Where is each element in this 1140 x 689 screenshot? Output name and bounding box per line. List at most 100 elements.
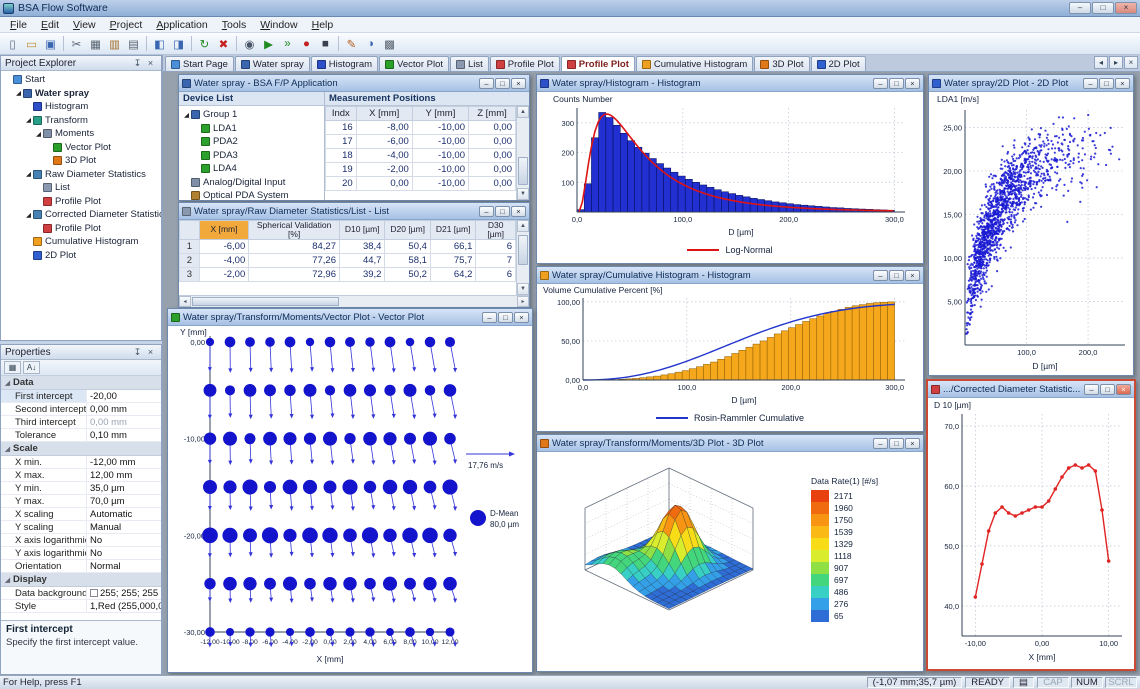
window-titlebar[interactable]: .../Corrected Diameter Statistic... –□× xyxy=(928,381,1134,398)
property-category-data[interactable]: ◢Data xyxy=(1,376,161,390)
property-y-max[interactable]: Y max.70,0 µm xyxy=(1,495,161,508)
tab-histogram[interactable]: Histogram xyxy=(311,56,378,71)
property-orientation[interactable]: OrientationNormal xyxy=(1,560,161,573)
window-histogram[interactable]: Water spray/Histogram - Histogram –□× 0,… xyxy=(536,74,924,264)
minimize-button[interactable]: – xyxy=(1083,78,1098,89)
menu-edit[interactable]: Edit xyxy=(34,18,66,32)
property-style[interactable]: Style1,Red (255,000,000); ... xyxy=(1,600,161,613)
window-titlebar[interactable]: Water spray/2D Plot - 2D Plot –□× xyxy=(929,75,1133,92)
tab-profile-plot[interactable]: Profile Plot xyxy=(490,56,560,71)
cut-icon[interactable]: ✂ xyxy=(67,35,86,53)
window-profile-plot[interactable]: .../Corrected Diameter Statistic... –□× … xyxy=(926,379,1136,671)
close-icon[interactable]: × xyxy=(144,58,157,68)
menu-application[interactable]: Application xyxy=(149,18,214,32)
table-row[interactable]: 19-2,00-10,000,00 xyxy=(326,163,516,177)
pen-icon[interactable]: ✎ xyxy=(342,35,361,53)
property-x-scaling[interactable]: X scalingAutomatic xyxy=(1,508,161,521)
scroll-down-icon[interactable]: ▼ xyxy=(517,283,529,295)
open-icon[interactable]: ▭ xyxy=(22,35,41,53)
column-header-indx[interactable]: Indx xyxy=(326,107,357,121)
maximize-button[interactable]: □ xyxy=(1099,78,1114,89)
tab-vector-plot[interactable]: Vector Plot xyxy=(379,56,449,71)
step-icon[interactable]: » xyxy=(278,35,297,53)
column-header-d30-m[interactable]: D30 [µm] xyxy=(476,221,516,240)
tab-cumulative-histogram[interactable]: Cumulative Histogram xyxy=(636,56,753,71)
project-item-raw-diameter-statistics[interactable]: ◢Raw Diameter Statistics xyxy=(1,168,161,182)
window-2d-plot[interactable]: Water spray/2D Plot - 2D Plot –□× 5,0010… xyxy=(928,74,1134,376)
maximize-button[interactable]: □ xyxy=(889,78,904,89)
menu-help[interactable]: Help xyxy=(305,18,341,32)
property-first-intercept[interactable]: First intercept-20,00 xyxy=(1,390,161,403)
device-item-pda3[interactable]: PDA3 xyxy=(179,149,324,163)
print-icon[interactable]: ▤ xyxy=(124,35,143,53)
scroll-thumb[interactable] xyxy=(518,235,528,266)
project-item-transform[interactable]: ◢Transform xyxy=(1,114,161,128)
column-header-y-mm[interactable]: Y [mm] xyxy=(412,107,468,121)
property-second-intercept[interactable]: Second intercept0,00 mm xyxy=(1,403,161,416)
close-icon[interactable]: × xyxy=(144,347,157,357)
column-header-d21-m[interactable]: D21 [µm] xyxy=(430,221,475,240)
close-button[interactable]: × xyxy=(1116,384,1131,395)
maximize-button[interactable]: □ xyxy=(889,438,904,449)
property-tolerance[interactable]: Tolerance0,10 mm xyxy=(1,429,161,442)
column-header-spherical-validation[interactable]: Spherical Validation [%] xyxy=(249,221,340,240)
tab-scroll-left-button[interactable]: ◂ xyxy=(1094,56,1108,69)
window-titlebar[interactable]: Water spray/Histogram - Histogram –□× xyxy=(537,75,923,92)
maximize-button[interactable]: □ xyxy=(1092,2,1114,14)
tab-scroll-right-button[interactable]: ▸ xyxy=(1109,56,1123,69)
play-icon[interactable]: ▶ xyxy=(259,35,278,53)
grid-icon[interactable]: ▩ xyxy=(380,35,399,53)
menu-project[interactable]: Project xyxy=(103,18,150,32)
device-item-optical-pda-system[interactable]: Optical PDA System xyxy=(179,189,324,200)
device-item-pda2[interactable]: PDA2 xyxy=(179,135,324,149)
window-list[interactable]: Water spray/Raw Diameter Statistics/List… xyxy=(178,202,530,308)
menu-view[interactable]: View xyxy=(66,18,103,32)
maximize-button[interactable]: □ xyxy=(1100,384,1115,395)
layout-vertical-icon[interactable]: ◨ xyxy=(169,35,188,53)
column-header-x-mm[interactable]: X [mm] xyxy=(199,221,248,240)
pin-icon[interactable]: ↧ xyxy=(131,347,144,358)
table-row[interactable]: 17-6,00-10,000,00 xyxy=(326,135,516,149)
record-icon[interactable]: ● xyxy=(297,35,316,53)
tab-2d-plot[interactable]: 2D Plot xyxy=(811,56,866,71)
refresh-icon[interactable]: ↻ xyxy=(195,35,214,53)
close-button[interactable]: × xyxy=(514,312,529,323)
close-button[interactable]: × xyxy=(511,78,526,89)
vertical-scrollbar[interactable]: ▲ ▼ xyxy=(516,106,529,200)
gauge-icon[interactable]: ◑ xyxy=(361,35,380,53)
property-y-min[interactable]: Y min.35,0 µm xyxy=(1,482,161,495)
column-header-x-mm[interactable]: X [mm] xyxy=(356,107,412,121)
minimize-button[interactable]: – xyxy=(873,438,888,449)
property-data-background-c[interactable]: Data background c...255; 255; 255 xyxy=(1,587,161,600)
device-item-analog-digital-input[interactable]: Analog/Digital Input xyxy=(179,176,324,190)
table-row[interactable]: 200,00-10,000,00 xyxy=(326,177,516,191)
project-item-profile-plot[interactable]: Profile Plot xyxy=(1,195,161,209)
property-y-axis-logarithmic[interactable]: Y axis logarithmicNo xyxy=(1,547,161,560)
property-category-display[interactable]: ◢Display xyxy=(1,573,161,587)
categorized-icon[interactable]: ▦ xyxy=(4,361,21,374)
project-item-list[interactable]: List xyxy=(1,181,161,195)
property-x-max[interactable]: X max.12,00 mm xyxy=(1,469,161,482)
menu-window[interactable]: Window xyxy=(253,18,304,32)
paste-icon[interactable]: ▥ xyxy=(105,35,124,53)
tab-start-page[interactable]: Start Page xyxy=(165,56,234,71)
maximize-button[interactable]: □ xyxy=(889,270,904,281)
project-item-profile-plot[interactable]: Profile Plot xyxy=(1,222,161,236)
project-item-water-spray[interactable]: ◢Water spray xyxy=(1,87,161,101)
table-row[interactable]: 3-2,0072,9639,250,264,26 xyxy=(180,267,516,281)
project-item-2d-plot[interactable]: 2D Plot xyxy=(1,249,161,263)
tab-close-button[interactable]: × xyxy=(1124,56,1138,69)
minimize-button[interactable]: – xyxy=(873,270,888,281)
table-row[interactable]: 1-6,0084,2738,450,466,16 xyxy=(180,239,516,253)
scroll-up-icon[interactable]: ▲ xyxy=(517,106,529,118)
property-x-min[interactable]: X min.-12,00 mm xyxy=(1,456,161,469)
table-row[interactable]: 2-4,0077,2644,758,175,77 xyxy=(180,253,516,267)
scroll-up-icon[interactable]: ▲ xyxy=(517,220,529,232)
project-item-cumulative-histogram[interactable]: Cumulative Histogram xyxy=(1,235,161,249)
column-header-z-mm[interactable]: Z [mm] xyxy=(468,107,515,121)
property-x-axis-logarithmic[interactable]: X axis logarithmicNo xyxy=(1,534,161,547)
maximize-button[interactable]: □ xyxy=(495,78,510,89)
close-button[interactable]: × xyxy=(1115,2,1137,14)
scroll-down-icon[interactable]: ▼ xyxy=(517,188,529,200)
minimize-button[interactable]: – xyxy=(479,78,494,89)
